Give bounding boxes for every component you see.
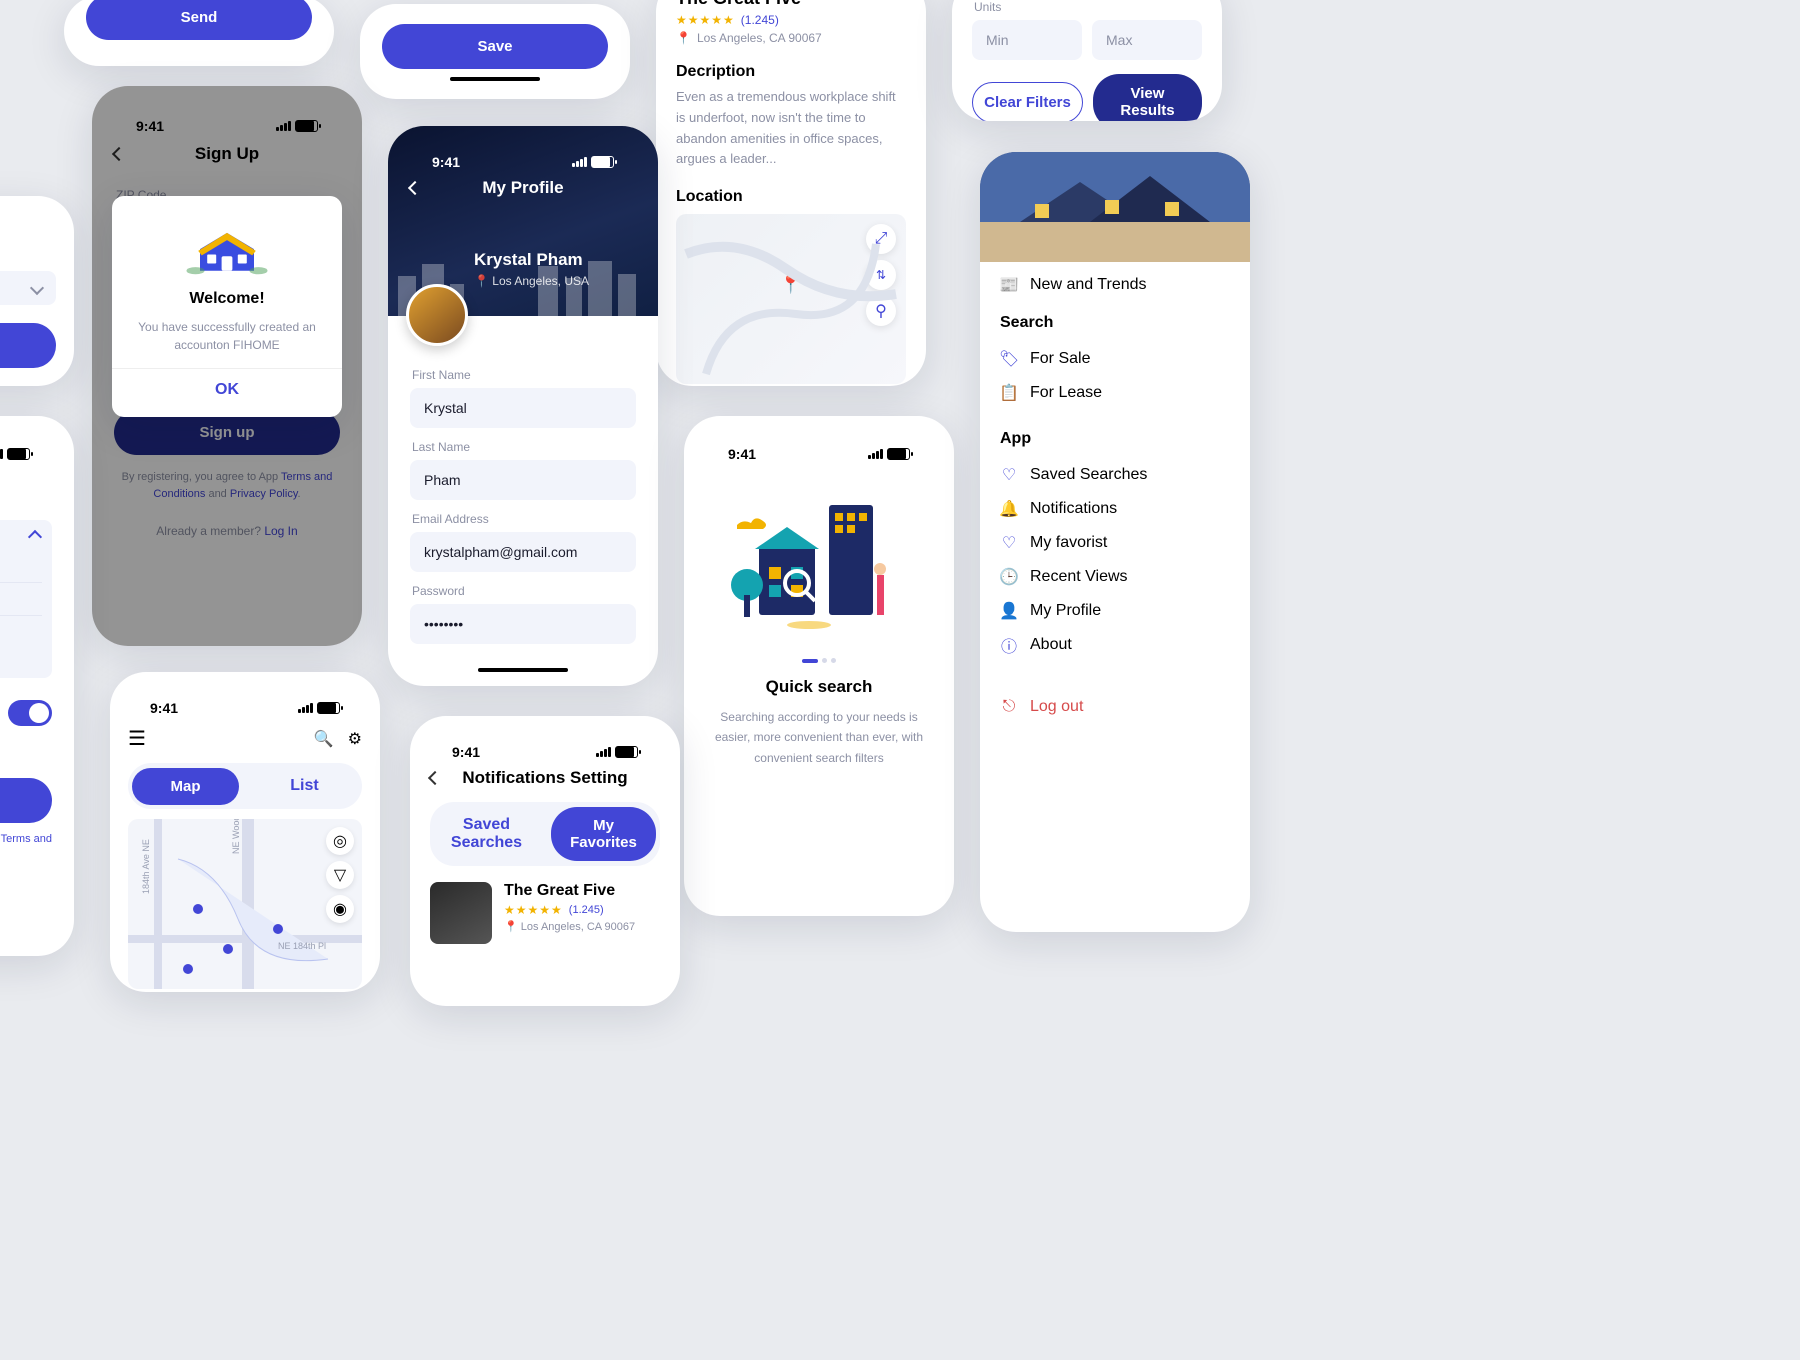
road-label: NE 184th Pl <box>278 941 326 951</box>
view-results-button[interactable]: View Results <box>1093 74 1202 121</box>
description-text: Even as a tremendous workplace shift is … <box>676 87 906 170</box>
bell-icon: 🔔 <box>1000 500 1018 518</box>
menu-item-forsale[interactable]: 🏷For Sale <box>1000 342 1230 376</box>
country-option[interactable]: Venezuela <box>0 554 42 582</box>
page-dot-active <box>802 659 818 663</box>
save-button[interactable]: Save <box>382 24 608 69</box>
rating-count: (1.245) <box>741 13 779 27</box>
description-heading: Decription <box>676 63 906 81</box>
updates-toggle[interactable] <box>8 700 52 726</box>
location-map[interactable]: ⤢ ⇅ ⚲ 📍 <box>676 214 906 384</box>
home-indicator <box>450 77 540 81</box>
page-dot[interactable] <box>822 658 827 663</box>
forlease-icon: 📋 <box>1000 384 1018 402</box>
country-option[interactable]: Wallis Islands <box>0 616 42 644</box>
email-label: Email Address <box>412 512 634 526</box>
page-title: Notifications Setting <box>462 768 627 788</box>
info-icon: ⓘ <box>1000 636 1018 654</box>
country-option[interactable]: Yemen <box>0 644 42 672</box>
page-dot[interactable] <box>831 658 836 663</box>
menu-icon[interactable]: ☰ <box>128 726 146 751</box>
welcome-modal: Welcome! You have successfully created a… <box>112 196 342 417</box>
welcome-title: Welcome! <box>130 290 324 308</box>
star-icon: ★★★★★ <box>676 13 735 27</box>
status-time: 9:41 <box>150 700 178 716</box>
back-icon[interactable] <box>428 771 442 785</box>
menu-item-profile[interactable]: 👤My Profile <box>1000 594 1230 628</box>
page-title: Sign Up <box>0 472 52 492</box>
menu-item-recent[interactable]: 🕒Recent Views <box>1000 560 1230 594</box>
onboarding-body: Searching according to your needs is eas… <box>706 707 932 768</box>
logout-icon: ⎋ <box>1000 698 1018 716</box>
first-name-input[interactable]: Krystal <box>410 388 636 428</box>
locate-icon[interactable]: ◎ <box>326 827 354 855</box>
search-map[interactable]: NE Woodinville Duvall Rd NE 184th Pl 184… <box>128 819 362 989</box>
news-icon: 📰 <box>1000 276 1018 294</box>
status-time: 9:41 <box>452 744 480 760</box>
back-icon[interactable] <box>408 181 422 195</box>
ok-button[interactable]: OK <box>215 381 239 398</box>
target-icon[interactable]: ◉ <box>326 895 354 923</box>
country-option-selected[interactable]: Developer <box>0 582 42 616</box>
avatar[interactable] <box>406 284 468 346</box>
seg-list[interactable]: List <box>251 767 358 805</box>
user-icon: 👤 <box>1000 602 1018 620</box>
welcome-body: You have successfully created an account… <box>130 318 324 354</box>
tab-saved-searches[interactable]: Saved Searches <box>434 806 539 862</box>
units-label: Units <box>974 0 1200 14</box>
terms-link[interactable]: Terms and <box>0 833 52 845</box>
min-input[interactable]: Min <box>972 20 1082 60</box>
menu-item-notifications[interactable]: 🔔Notifications <box>1000 492 1230 526</box>
view-results-button[interactable]: View Results <box>0 323 56 368</box>
heart-icon: ♡ <box>1000 534 1018 552</box>
detail-location: Los Angeles, CA 90067 <box>697 31 822 45</box>
country-picker[interactable]: Vatican City Venezuela Developer Wallis … <box>0 520 52 678</box>
clear-filters-button[interactable]: Clear Filters <box>972 82 1083 122</box>
last-name-label: Last Name <box>412 440 634 454</box>
menu-section-search: Search <box>1000 314 1230 332</box>
password-input[interactable]: •••••••• <box>410 604 636 644</box>
menu-item-about[interactable]: ⓘAbout <box>1000 628 1230 662</box>
menu-item-favorites[interactable]: ♡My favorist <box>1000 526 1230 560</box>
item-thumbnail <box>430 882 492 944</box>
onboarding-title: Quick search <box>706 677 932 697</box>
menu-item-saved[interactable]: ♡Saved Searches <box>1000 458 1230 492</box>
item-location: Los Angeles, CA 90067 <box>521 921 635 933</box>
search-icon[interactable]: 🔍 <box>314 729 334 749</box>
item-title: The Great Five <box>504 882 660 900</box>
detail-title: The Great Five <box>676 0 906 9</box>
notification-item[interactable]: The Great Five ★★★★★ (1.245) 📍 Los Angel… <box>430 882 660 944</box>
home-indicator <box>478 668 568 672</box>
dropdown[interactable] <box>0 271 56 305</box>
compass-icon[interactable]: ▽ <box>326 861 354 889</box>
menu-item-news[interactable]: 📰New and Trends <box>1000 276 1230 294</box>
tab-my-favorites[interactable]: My Favorites <box>551 807 656 861</box>
clock-icon: 🕒 <box>1000 568 1018 586</box>
road-label: 184th Ave NE <box>141 839 151 894</box>
password-label: Password <box>412 584 634 598</box>
road-label: NE Woodinville Duvall Rd <box>231 819 241 854</box>
max-input[interactable]: Max <box>1092 20 1202 60</box>
location-heading: Location <box>676 188 906 206</box>
item-rating: (1.245) <box>569 904 604 916</box>
seg-map[interactable]: Map <box>132 768 239 805</box>
menu-item-forlease[interactable]: 📋For Lease <box>1000 376 1230 410</box>
forsale-icon: 🏷 <box>1000 350 1018 368</box>
pin-icon: 📍 <box>676 31 691 45</box>
menu-hero <box>980 152 1250 262</box>
email-input[interactable]: krystalpham@gmail.com <box>410 532 636 572</box>
star-icon: ★★★★★ <box>504 903 563 917</box>
status-time: 9:41 <box>432 154 460 170</box>
last-name-input[interactable]: Pham <box>410 460 636 500</box>
signup-button[interactable]: Sign up <box>0 778 52 823</box>
status-time: 9:41 <box>728 446 756 462</box>
first-name-label: First Name <box>412 368 634 382</box>
filter-icon[interactable]: ⚙ <box>348 729 362 749</box>
menu-section-app: App <box>1000 430 1230 448</box>
heart-icon: ♡ <box>1000 466 1018 484</box>
send-button[interactable]: Send <box>86 0 312 40</box>
page-title: My Profile <box>482 178 563 198</box>
pin-icon: 📍 <box>504 921 518 933</box>
menu-item-logout[interactable]: ⎋Log out <box>1000 690 1230 724</box>
